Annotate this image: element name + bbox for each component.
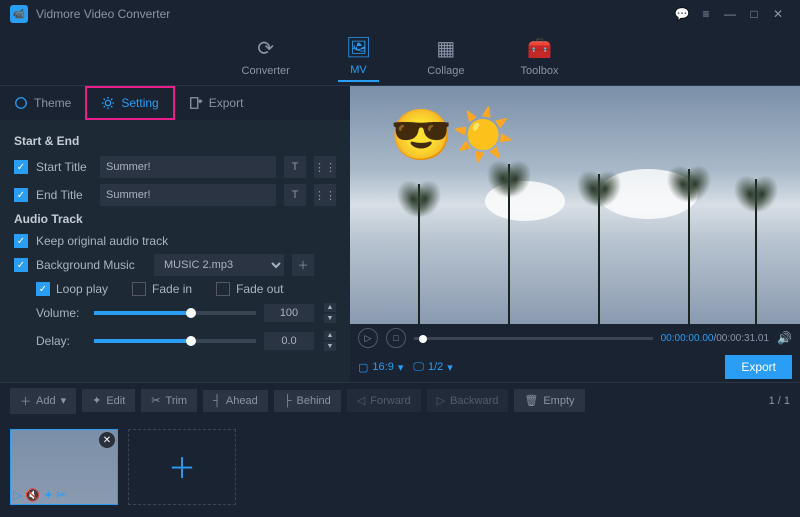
clip-edit-icon[interactable]: ✦ — [43, 488, 53, 502]
page-count: 1 / 1 — [769, 395, 790, 407]
theme-icon — [14, 96, 28, 110]
play-button[interactable]: ▷ — [358, 328, 378, 348]
start-title-input[interactable] — [100, 156, 276, 178]
empty-button[interactable]: 🗑 Empty — [514, 389, 584, 412]
close-button[interactable]: ✕ — [766, 4, 790, 24]
player-controls-2: ▢ 16:9 ▾ 🖵 1/2 ▾ Export — [350, 352, 800, 382]
start-end-header: Start & End — [14, 134, 336, 148]
end-title-color-button[interactable]: ⋮⋮ — [314, 184, 336, 206]
fadein-checkbox[interactable] — [132, 282, 146, 296]
delay-label: Delay: — [36, 334, 86, 348]
end-title-checkbox[interactable]: ✓ — [14, 188, 28, 202]
edit-button[interactable]: ✦ Edit — [82, 389, 135, 412]
settings-pane: Theme Setting Export Start & End ✓ Start… — [0, 86, 350, 382]
behind-button[interactable]: ├ Behind — [274, 390, 341, 412]
delay-slider[interactable] — [94, 339, 256, 343]
end-title-input[interactable] — [100, 184, 276, 206]
minimize-button[interactable]: — — [718, 4, 742, 24]
ahead-button[interactable]: ┤ Ahead — [203, 390, 268, 412]
volume-value[interactable]: 100 — [264, 304, 314, 322]
tab-export[interactable]: Export — [175, 86, 258, 120]
bg-music-checkbox[interactable]: ✓ — [14, 258, 28, 272]
gear-icon — [101, 96, 115, 110]
add-music-button[interactable]: ＋ — [292, 254, 314, 276]
loop-checkbox[interactable]: ✓ — [36, 282, 50, 296]
titlebar: 📹 Vidmore Video Converter 💬 ≡ — □ ✕ — [0, 0, 800, 28]
tab-setting[interactable]: Setting — [85, 86, 174, 120]
aspect-ratio-button[interactable]: ▢ 16:9 ▾ — [358, 361, 403, 374]
end-title-label: End Title — [36, 188, 92, 202]
volume-icon[interactable]: 🔊 — [777, 331, 792, 345]
zoom-button[interactable]: 🖵 1/2 ▾ — [413, 361, 452, 374]
timeline[interactable] — [414, 337, 653, 340]
preview-video[interactable]: 😎☀️ — [350, 86, 800, 324]
clip-play-icon[interactable]: ▷ — [13, 488, 22, 502]
volume-down[interactable]: ▼ — [324, 314, 336, 323]
start-title-checkbox[interactable]: ✓ — [14, 160, 28, 174]
delay-value[interactable]: 0.0 — [264, 332, 314, 350]
thumbnail-strip: ✕ ▷ 🔇 ✦ ✂ ＋ — [0, 418, 800, 516]
feedback-icon[interactable]: 💬 — [670, 4, 694, 24]
player-controls: ▷ □ 00:00:00.00/00:00:31.01 🔊 — [350, 324, 800, 352]
forward-button[interactable]: ◁ Forward — [347, 389, 421, 412]
converter-icon: ⟳ — [257, 36, 274, 61]
keep-original-label: Keep original audio track — [36, 234, 168, 248]
volume-up[interactable]: ▲ — [324, 303, 336, 312]
collage-icon: ▦ — [436, 36, 455, 61]
audio-track-header: Audio Track — [14, 212, 336, 226]
tabs: Theme Setting Export — [0, 86, 350, 120]
delay-down[interactable]: ▼ — [324, 342, 336, 351]
delay-up[interactable]: ▲ — [324, 331, 336, 340]
time-display: 00:00:00.00/00:00:31.01 — [661, 333, 769, 344]
app-title: Vidmore Video Converter — [36, 7, 170, 21]
volume-label: Volume: — [36, 306, 86, 320]
mv-icon: 🖼 — [346, 35, 371, 60]
toolbox-icon: 🧰 — [527, 36, 552, 61]
top-nav: ⟳ Converter 🖼 MV ▦ Collage 🧰 Toolbox — [0, 28, 800, 86]
clip-thumbnail[interactable]: ✕ ▷ 🔇 ✦ ✂ — [10, 429, 118, 505]
keep-original-checkbox[interactable]: ✓ — [14, 234, 28, 248]
start-title-color-button[interactable]: ⋮⋮ — [314, 156, 336, 178]
end-title-text-button[interactable]: T — [284, 184, 306, 206]
app-logo: 📹 — [10, 5, 28, 23]
trim-button[interactable]: ✂ Trim — [141, 389, 197, 412]
start-title-text-button[interactable]: T — [284, 156, 306, 178]
preview-pane: 😎☀️ ▷ □ 00:00:00.00/00:00:31.01 🔊 ▢ 16:9… — [350, 86, 800, 382]
start-title-label: Start Title — [36, 160, 92, 174]
export-button[interactable]: Export — [725, 355, 792, 379]
nav-converter[interactable]: ⟳ Converter — [234, 32, 298, 81]
backward-button[interactable]: ▷ Backward — [427, 389, 509, 412]
add-button[interactable]: ＋ Add ▾ — [10, 388, 76, 414]
nav-collage[interactable]: ▦ Collage — [419, 32, 472, 81]
sun-sticker: 😎☀️ — [390, 106, 515, 165]
add-clip-slot[interactable]: ＋ — [128, 429, 236, 505]
volume-slider[interactable] — [94, 311, 256, 315]
clip-mute-icon[interactable]: 🔇 — [25, 488, 40, 502]
export-icon — [189, 96, 203, 110]
toolbar: ＋ Add ▾ ✦ Edit ✂ Trim ┤ Ahead ├ Behind ◁… — [0, 382, 800, 418]
menu-icon[interactable]: ≡ — [694, 4, 718, 24]
nav-toolbox[interactable]: 🧰 Toolbox — [513, 32, 567, 81]
stop-button[interactable]: □ — [386, 328, 406, 348]
fadeout-checkbox[interactable] — [216, 282, 230, 296]
bg-music-label: Background Music — [36, 258, 146, 272]
bg-music-select[interactable]: MUSIC 2.mp3 — [154, 254, 284, 276]
remove-clip-button[interactable]: ✕ — [99, 432, 115, 448]
tab-theme[interactable]: Theme — [0, 86, 85, 120]
nav-mv[interactable]: 🖼 MV — [338, 31, 379, 82]
clip-trim-icon[interactable]: ✂ — [56, 488, 66, 502]
maximize-button[interactable]: □ — [742, 4, 766, 24]
